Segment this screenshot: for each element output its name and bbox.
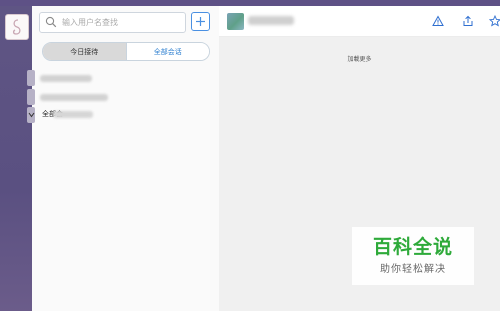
group-row[interactable] xyxy=(27,70,132,86)
group-row[interactable] xyxy=(27,89,132,105)
warning-icon[interactable] xyxy=(432,15,444,27)
group-label: 全部会 xyxy=(42,109,93,119)
share-icon[interactable] xyxy=(462,15,474,27)
load-more-link[interactable]: 加載更多 xyxy=(219,54,500,63)
watermark-subtitle: 助你轻松解决 xyxy=(380,264,446,275)
search-icon xyxy=(45,16,57,28)
left-rail xyxy=(0,6,32,311)
add-button[interactable] xyxy=(191,12,210,31)
session-tabs: 今日接待 全部会话 xyxy=(42,42,210,61)
blurred-group-name xyxy=(40,94,108,101)
app-logo-icon[interactable] xyxy=(5,14,29,40)
avatar[interactable] xyxy=(227,13,244,30)
tab-today[interactable]: 今日接待 xyxy=(43,43,126,60)
search-box[interactable] xyxy=(39,12,186,33)
blurred-contact-name xyxy=(248,16,294,25)
blurred-group-name xyxy=(40,75,92,82)
search-input[interactable] xyxy=(62,14,180,30)
plus-icon xyxy=(196,17,205,26)
group-row[interactable]: 全部会 xyxy=(27,107,132,123)
star-icon[interactable] xyxy=(489,15,500,27)
chevron-icon xyxy=(28,112,35,118)
group-marker xyxy=(27,70,35,86)
watermark: 百科全说 助你轻松解决 xyxy=(352,227,474,285)
group-marker xyxy=(27,89,35,105)
chat-header xyxy=(219,6,500,37)
watermark-title: 百科全说 xyxy=(372,236,453,258)
blurred-group-suffix xyxy=(53,110,93,118)
session-panel: 今日接待 全部会话 全部会 xyxy=(27,6,220,311)
tab-all-sessions[interactable]: 全部会话 xyxy=(125,43,209,60)
